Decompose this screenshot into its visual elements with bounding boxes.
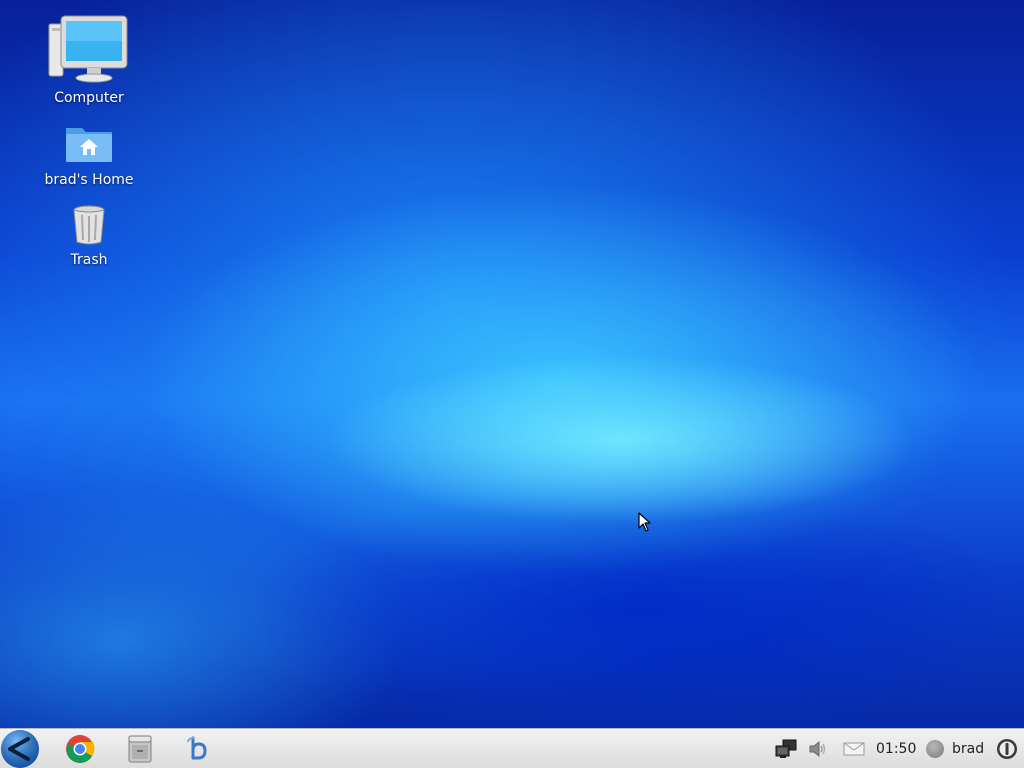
power-icon: [997, 739, 1017, 759]
start-menu-icon: [1, 730, 39, 768]
mail-tray-button[interactable]: [842, 733, 866, 765]
network-tray-button[interactable]: [774, 733, 798, 765]
desktop-icon-label: Computer: [54, 90, 124, 106]
app-launcher[interactable]: [182, 733, 214, 765]
volume-icon: [809, 740, 826, 758]
desktop-icon-label: brad's Home: [44, 172, 134, 188]
file-manager-icon: [128, 735, 152, 763]
mail-icon: [843, 742, 865, 756]
network-icon: [775, 739, 797, 758]
user-name: brad: [952, 741, 985, 757]
computer-icon: [48, 15, 128, 83]
user-status-icon: [926, 740, 944, 758]
taskbar: 01:50 brad: [0, 728, 1024, 768]
volume-tray-button[interactable]: [806, 733, 830, 765]
desktop-icon-computer[interactable]: Computer: [34, 14, 144, 106]
start-menu-button[interactable]: [0, 729, 40, 768]
chrome-launcher[interactable]: [64, 733, 96, 765]
power-button[interactable]: [994, 733, 1020, 765]
clock[interactable]: 01:50: [876, 729, 916, 768]
app-launcher-icon: [187, 736, 207, 760]
home-folder-icon: [66, 128, 112, 162]
file-manager-launcher[interactable]: [124, 733, 156, 765]
user-menu[interactable]: brad: [926, 729, 984, 768]
desktop-background[interactable]: Computer brad's Home Trash: [0, 0, 1024, 728]
desktop-icon-label: Trash: [70, 252, 108, 268]
desktop-icon-trash[interactable]: Trash: [34, 204, 144, 268]
trash-icon: [73, 205, 105, 245]
mouse-cursor-icon: [638, 512, 651, 532]
screen: Computer brad's Home Trash 01:50 brad: [0, 0, 1024, 768]
chrome-icon: [66, 735, 95, 763]
desktop-icon-home[interactable]: brad's Home: [34, 122, 144, 188]
